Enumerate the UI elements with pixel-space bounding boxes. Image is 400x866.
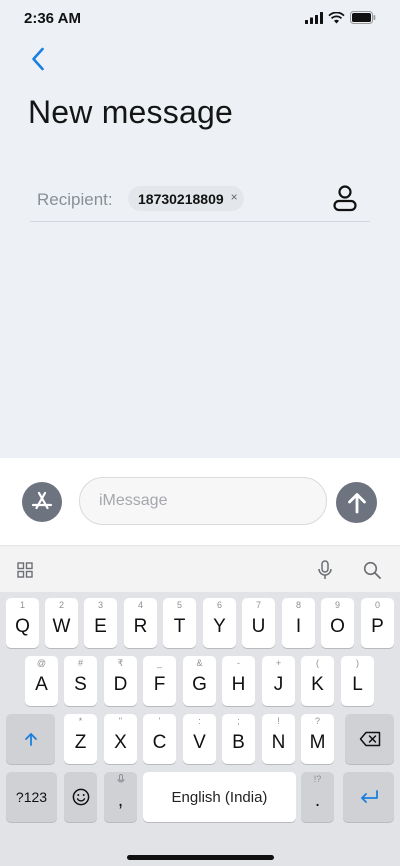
key-i[interactable]: 8I <box>282 598 315 648</box>
shift-key[interactable] <box>6 714 55 764</box>
key-p[interactable]: 0P <box>361 598 394 648</box>
symbols-key[interactable]: ?123 <box>6 772 57 822</box>
key-t[interactable]: 5T <box>163 598 196 648</box>
key-f[interactable]: _ F <box>143 656 176 706</box>
space-key[interactable]: English (India) <box>143 772 296 822</box>
key-w[interactable]: 2W <box>45 598 78 648</box>
person-icon <box>333 185 357 212</box>
app-store-button[interactable] <box>22 482 62 522</box>
recipient-label: Recipient: <box>37 190 113 209</box>
key-u[interactable]: 7U <box>242 598 275 648</box>
home-indicator <box>127 855 274 860</box>
keyboard-search-button[interactable] <box>361 559 383 581</box>
signal-icon <box>305 11 323 29</box>
key-y[interactable]: 6Y <box>203 598 236 648</box>
voice-input-button[interactable] <box>314 559 336 581</box>
key-a[interactable]: @ A <box>25 656 58 706</box>
key-r[interactable]: 4R <box>124 598 157 648</box>
recipient-chip[interactable]: 18730218809 × <box>128 186 244 211</box>
send-button[interactable] <box>336 482 377 523</box>
key-m[interactable]: ? M <box>301 714 334 764</box>
key-c[interactable]: ' C <box>143 714 176 764</box>
key-q[interactable]: 1Q <box>6 598 39 648</box>
key-g[interactable]: & G <box>183 656 216 706</box>
key-x[interactable]: " X <box>104 714 137 764</box>
backspace-key[interactable] <box>345 714 394 764</box>
search-icon <box>363 561 381 579</box>
app-store-icon <box>31 491 53 510</box>
arrow-up-icon <box>347 492 366 513</box>
status-time: 2:36 AM <box>24 10 81 27</box>
return-key[interactable] <box>343 772 394 822</box>
comma-key[interactable]: , <box>104 772 137 822</box>
period-key[interactable]: !?. <box>301 772 334 822</box>
recipient-field[interactable]: Recipient: 18730218809 × <box>30 180 370 222</box>
shift-arrow-icon <box>24 733 37 746</box>
key-n[interactable]: ! N <box>262 714 295 764</box>
key-d[interactable]: ₹ D <box>104 656 137 706</box>
back-button[interactable] <box>26 45 50 73</box>
key-e[interactable]: 3E <box>84 598 117 648</box>
chevron-left-icon <box>32 47 44 71</box>
status-bar: 2:36 AM <box>0 0 400 38</box>
key-v[interactable]: :V <box>183 714 216 764</box>
emoji-key[interactable] <box>64 772 97 822</box>
key-o[interactable]: 9O <box>321 598 354 648</box>
keyboard-grid-button[interactable] <box>14 559 36 581</box>
page-title: New message <box>28 94 233 130</box>
recipient-chip-text: 18730218809 <box>138 190 224 207</box>
key-h[interactable]: -H <box>222 656 255 706</box>
message-input[interactable] <box>79 477 327 525</box>
chip-remove-icon[interactable]: × <box>231 190 238 204</box>
mic-hint-icon <box>104 774 137 786</box>
return-icon <box>360 790 378 803</box>
microphone-icon <box>318 560 332 579</box>
emoji-icon <box>72 788 89 806</box>
status-icons <box>305 11 376 29</box>
compose-bar <box>0 458 400 546</box>
wifi-icon <box>328 11 345 29</box>
grid-icon <box>17 562 33 578</box>
key-j[interactable]: + J <box>262 656 295 706</box>
key-l[interactable]: ) L <box>341 656 374 706</box>
backspace-icon <box>359 731 380 747</box>
add-contact-button[interactable] <box>332 184 358 212</box>
battery-icon <box>350 11 376 29</box>
keyboard: 1Q 2W 3E 4R 5T 6Y 7U 8I 9O 0P @ A # S ₹ D _… <box>0 592 400 866</box>
key-k[interactable]: (K <box>301 656 334 706</box>
key-z[interactable]: * Z <box>64 714 97 764</box>
key-s[interactable]: # S <box>64 656 97 706</box>
keyboard-toolbar <box>0 547 400 592</box>
key-b[interactable]: ; B <box>222 714 255 764</box>
